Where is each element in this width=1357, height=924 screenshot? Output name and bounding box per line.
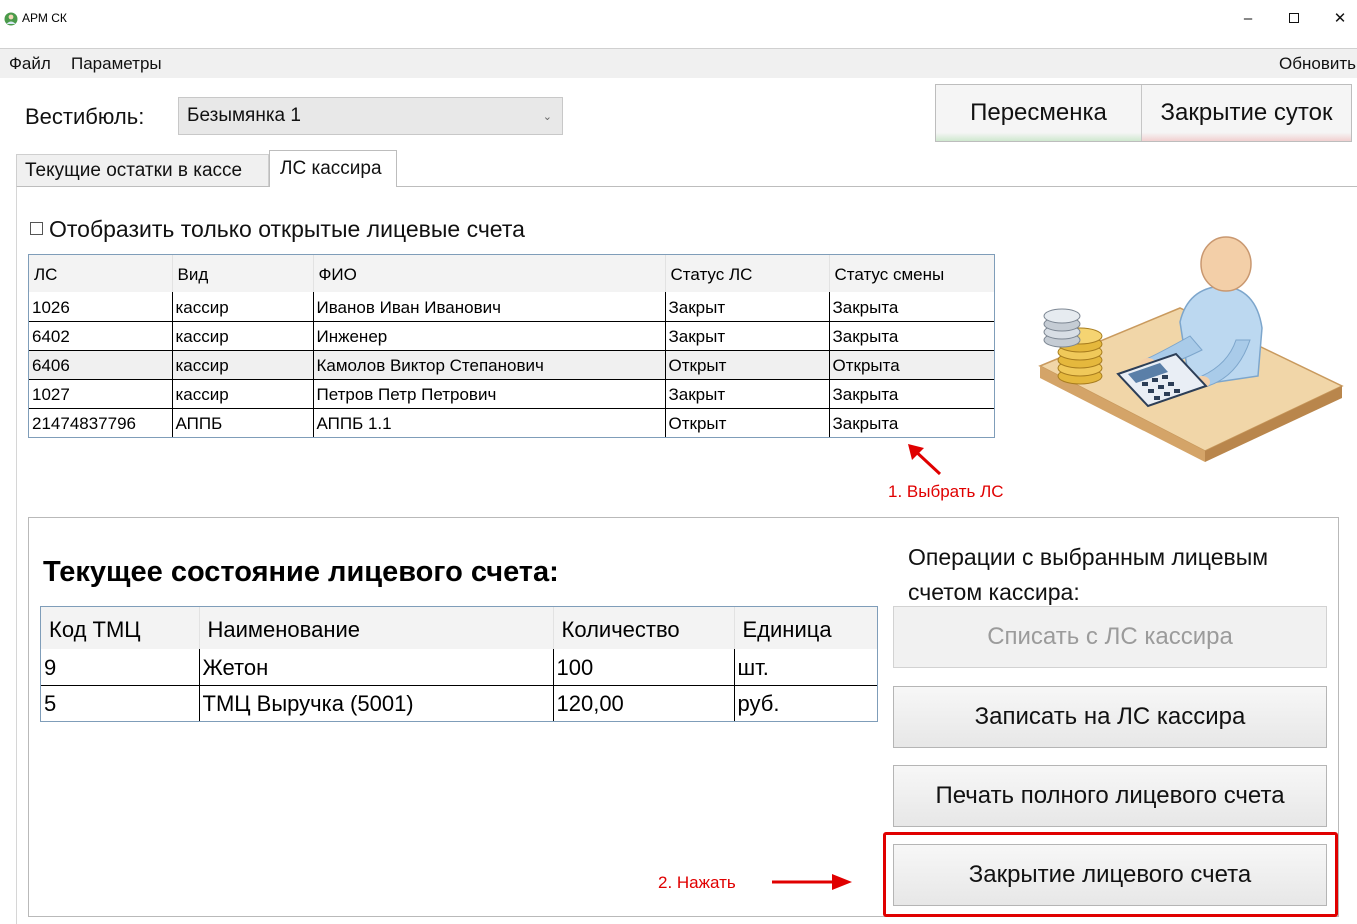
table-row[interactable]: 21474837796 АППБ АППБ 1.1 Открыт Закрыта bbox=[29, 408, 994, 437]
column-header-shift-status[interactable]: Статус смены bbox=[829, 255, 994, 292]
cell-item-name: ТМЦ Выручка (5001) bbox=[199, 685, 554, 721]
column-header-ls[interactable]: ЛС bbox=[29, 255, 173, 292]
annotation-step-2: 2. Нажать bbox=[658, 873, 736, 892]
operations-title: Операции с выбранным лицевым счетом касс… bbox=[908, 544, 1269, 605]
minimize-button[interactable]: – bbox=[1228, 6, 1268, 32]
cell-ls-status: Открыт bbox=[665, 408, 830, 437]
shift-change-button[interactable]: Пересменка bbox=[936, 85, 1142, 141]
tab-cash-balance[interactable]: Текущие остатки в кассе bbox=[16, 154, 269, 186]
title-bar: АРМ СК – ✕ bbox=[0, 0, 1357, 38]
table-row[interactable]: 1027 кассир Петров Петр Петрович Закрыт … bbox=[29, 379, 994, 409]
cell-name: Петров Петр Петрович bbox=[313, 379, 666, 409]
table-row[interactable]: 9 Жетон 100 шт. bbox=[41, 649, 877, 686]
annotation-step-1: 1. Выбрать ЛС bbox=[888, 482, 1004, 501]
cell-ls-status: Закрыт bbox=[665, 379, 830, 409]
cell-type: кассир bbox=[172, 321, 314, 351]
cell-unit: шт. bbox=[734, 649, 877, 686]
filter-checkbox[interactable] bbox=[30, 222, 43, 235]
cell-type: кассир bbox=[172, 379, 314, 409]
cell-type: АППБ bbox=[172, 408, 314, 437]
cell-ls-status: Закрыт bbox=[665, 292, 830, 322]
cell-ls: 6406 bbox=[29, 350, 173, 380]
write-off-button[interactable]: Списать с ЛС кассира bbox=[893, 606, 1327, 668]
cell-name: Камолов Виктор Степанович bbox=[313, 350, 666, 380]
menu-bar: Файл Параметры Обновить bbox=[0, 48, 1357, 78]
day-close-button[interactable]: Закрытие суток bbox=[1142, 85, 1351, 141]
open-accounts-filter[interactable]: Отобразить только открытые лицевые счета bbox=[30, 216, 525, 243]
cell-type: кассир bbox=[172, 350, 314, 380]
table-header-row: ЛС Вид ФИО Статус ЛС Статус смены bbox=[29, 255, 994, 292]
menu-refresh[interactable]: Обновить bbox=[1279, 54, 1356, 74]
accounts-table: ЛС Вид ФИО Статус ЛС Статус смены 1026 к… bbox=[28, 254, 995, 438]
table-header-row: Код ТМЦ Наименование Количество Единица bbox=[41, 607, 877, 649]
cell-ls: 1026 bbox=[29, 292, 173, 322]
cell-shift-status: Открыта bbox=[829, 350, 994, 380]
vestibule-select[interactable]: Безымянка 1 ⌄ bbox=[178, 97, 563, 135]
cell-ls-status: Открыт bbox=[665, 350, 830, 380]
column-header-unit[interactable]: Единица bbox=[734, 607, 877, 649]
column-header-ls-status[interactable]: Статус ЛС bbox=[665, 255, 830, 292]
cell-unit: руб. bbox=[737, 691, 780, 717]
table-row[interactable]: 5 ТМЦ Выручка (5001) 120,00 руб. bbox=[41, 685, 877, 721]
table-row[interactable]: 6402 кассир Инженер Закрыт Закрыта bbox=[29, 321, 994, 351]
app-icon bbox=[4, 12, 18, 26]
cell-code: 9 bbox=[41, 649, 200, 686]
cell-quantity: 100 bbox=[553, 649, 735, 686]
annotation-highlight-box bbox=[883, 832, 1338, 917]
tab-cashier-account[interactable]: ЛС кассира bbox=[269, 150, 397, 187]
cell-quantity: 120,00 bbox=[553, 685, 735, 721]
cell-item-name: Жетон bbox=[199, 649, 554, 686]
cell-shift-status: Закрыта bbox=[829, 321, 994, 351]
print-full-account-button[interactable]: Печать полного лицевого счета bbox=[893, 765, 1327, 827]
table-row-selected[interactable]: 6406 кассир Камолов Виктор Степанович От… bbox=[29, 350, 994, 380]
maximize-button[interactable] bbox=[1274, 6, 1314, 32]
chevron-down-icon: ⌄ bbox=[542, 111, 552, 123]
cell-shift-status: Закрыта bbox=[832, 414, 899, 434]
annotation-arrow-2 bbox=[772, 874, 852, 890]
column-header-type[interactable]: Вид bbox=[172, 255, 314, 292]
menu-file[interactable]: Файл bbox=[9, 54, 51, 74]
account-items-table: Код ТМЦ Наименование Количество Единица … bbox=[40, 606, 878, 722]
maximize-icon bbox=[1289, 13, 1299, 24]
cashier-illustration bbox=[1038, 236, 1344, 462]
cell-shift-status: Закрыта bbox=[829, 379, 994, 409]
column-header-item-name[interactable]: Наименование bbox=[199, 607, 554, 649]
cell-name: Иванов Иван Иванович bbox=[313, 292, 666, 322]
window-title: АРМ СК bbox=[22, 11, 67, 25]
account-state-title: Текущее состояние лицевого счета: bbox=[43, 556, 559, 588]
cell-ls: 6402 bbox=[29, 321, 173, 351]
cell-name: Инженер bbox=[313, 321, 666, 351]
cell-shift-status: Закрыта bbox=[829, 292, 994, 322]
annotation-arrow-1 bbox=[908, 444, 942, 476]
menu-parameters[interactable]: Параметры bbox=[71, 54, 162, 74]
close-button[interactable]: ✕ bbox=[1320, 6, 1357, 32]
cell-ls-status: Закрыт bbox=[665, 321, 830, 351]
credit-account-button[interactable]: Записать на ЛС кассира bbox=[893, 686, 1327, 748]
shift-button-group: Пересменка Закрытие суток bbox=[935, 84, 1352, 142]
cell-name: АППБ 1.1 bbox=[313, 408, 666, 437]
column-header-code[interactable]: Код ТМЦ bbox=[41, 607, 200, 649]
table-row[interactable]: 1026 кассир Иванов Иван Иванович Закрыт … bbox=[29, 292, 994, 322]
cell-ls: 1027 bbox=[29, 379, 173, 409]
cell-ls: 21474837796 bbox=[29, 408, 173, 437]
vestibule-label: Вестибюль: bbox=[25, 104, 145, 129]
cell-type: кассир bbox=[172, 292, 314, 322]
column-header-name[interactable]: ФИО bbox=[313, 255, 666, 292]
vestibule-selected-value: Безымянка 1 bbox=[187, 105, 301, 126]
filter-checkbox-label: Отобразить только открытые лицевые счета bbox=[49, 216, 525, 242]
column-header-quantity[interactable]: Количество bbox=[553, 607, 735, 649]
cell-code: 5 bbox=[41, 685, 200, 721]
